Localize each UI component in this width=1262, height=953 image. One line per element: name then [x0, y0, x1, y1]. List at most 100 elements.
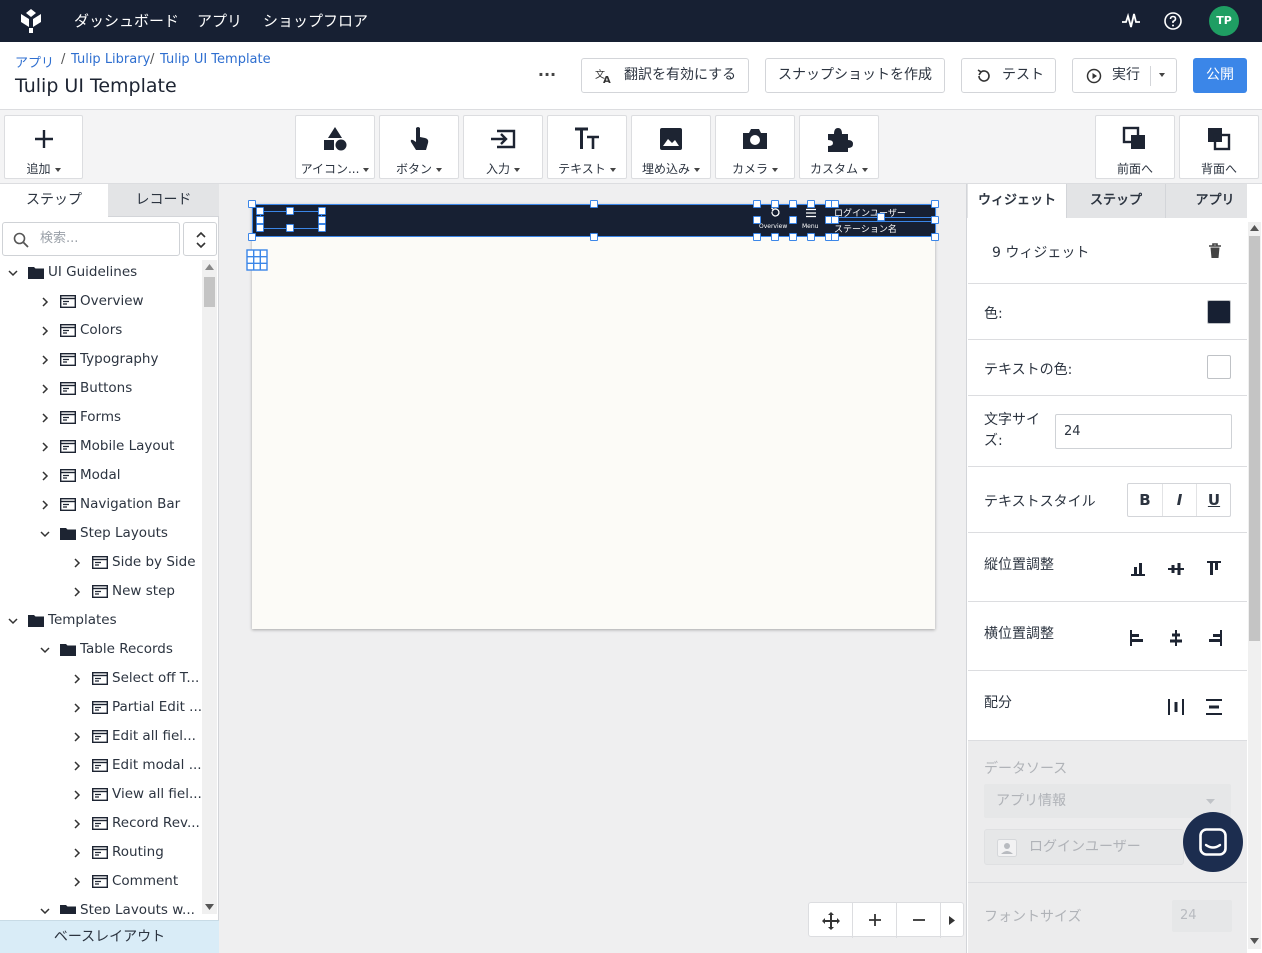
resize-handle[interactable]: [807, 233, 815, 241]
collapse-panel-button[interactable]: [941, 903, 964, 938]
chat-launcher-button[interactable]: [1183, 812, 1243, 872]
chevron-right-icon[interactable]: [40, 384, 50, 394]
resize-handle[interactable]: [590, 233, 598, 241]
resize-handle[interactable]: [789, 200, 797, 208]
resize-handle[interactable]: [807, 200, 815, 208]
chevron-down-icon[interactable]: [8, 268, 18, 278]
resize-handle[interactable]: [931, 200, 939, 208]
breadcrumb-library[interactable]: Tulip Library: [71, 52, 150, 67]
resize-handle[interactable]: [318, 207, 326, 215]
tree-step[interactable]: Mobile Layout: [0, 432, 201, 461]
tree-step[interactable]: Typography: [0, 345, 201, 374]
add-button[interactable]: 追加: [4, 115, 83, 179]
tree-step[interactable]: Edit all fiel...: [0, 722, 201, 751]
tree-scrollbar[interactable]: [202, 260, 217, 914]
help-icon[interactable]: [1163, 11, 1183, 31]
scroll-down-icon[interactable]: [205, 904, 214, 910]
chevron-down-icon[interactable]: [40, 529, 50, 539]
user-field-chip[interactable]: ログインユーザー: [984, 829, 1184, 865]
resize-handle[interactable]: [286, 207, 294, 215]
text-color-swatch[interactable]: [1207, 355, 1231, 379]
resize-handle[interactable]: [256, 216, 264, 224]
tree-step[interactable]: Comment: [0, 867, 201, 896]
zoom-in-button[interactable]: [853, 903, 897, 938]
resize-handle[interactable]: [590, 200, 598, 208]
resize-handle[interactable]: [753, 233, 761, 241]
tree-step[interactable]: Record Rev...: [0, 809, 201, 838]
tree-step[interactable]: Colors: [0, 316, 201, 345]
tool-icon[interactable]: アイコン...: [295, 115, 375, 179]
chevron-right-icon[interactable]: [72, 674, 82, 684]
align-right-icon[interactable]: [1203, 627, 1225, 649]
tool-embed[interactable]: 埋め込み: [631, 115, 711, 179]
tree-step[interactable]: Modal: [0, 461, 201, 490]
chevron-right-icon[interactable]: [72, 848, 82, 858]
tree-folder[interactable]: Step Layouts: [0, 519, 201, 548]
grid-toggle-icon[interactable]: [246, 249, 268, 271]
tree-folder[interactable]: UI Guidelines: [0, 258, 201, 287]
scroll-up-icon[interactable]: [205, 264, 214, 270]
resize-handle[interactable]: [248, 200, 256, 208]
chevron-right-icon[interactable]: [72, 558, 82, 568]
step-canvas[interactable]: Overview Menu ログインユーザー ステーション名: [246, 200, 939, 629]
nav-apps[interactable]: アプリ: [197, 0, 242, 42]
pan-button[interactable]: [809, 903, 853, 938]
scroll-down-icon[interactable]: [1250, 938, 1259, 944]
tool-camera[interactable]: カメラ: [715, 115, 795, 179]
resize-handle[interactable]: [256, 207, 264, 215]
tree-step[interactable]: View all fiel...: [0, 780, 201, 809]
resize-handle[interactable]: [831, 216, 839, 224]
tab-widget[interactable]: ウィジェット: [968, 184, 1066, 218]
test-button[interactable]: テスト: [961, 58, 1056, 93]
resize-handle[interactable]: [753, 216, 761, 224]
align-middle-icon[interactable]: [1165, 558, 1187, 580]
chevron-right-icon[interactable]: [40, 297, 50, 307]
chevron-right-icon[interactable]: [40, 355, 50, 365]
resize-handle[interactable]: [286, 224, 294, 232]
chevron-down-icon[interactable]: [8, 616, 18, 626]
send-back-button[interactable]: 背面へ: [1179, 115, 1259, 179]
resize-handle[interactable]: [877, 213, 885, 221]
scrollbar-thumb[interactable]: [204, 277, 215, 307]
more-options-button[interactable]: ···: [536, 58, 558, 93]
chevron-right-icon[interactable]: [40, 500, 50, 510]
font-size2-input[interactable]: 24: [1172, 900, 1232, 932]
align-top-icon[interactable]: [1203, 558, 1225, 580]
nav-dashboard[interactable]: ダッシュボード: [74, 0, 179, 42]
tool-input[interactable]: 入力: [463, 115, 543, 179]
run-button[interactable]: 実行: [1072, 58, 1177, 93]
tree-step[interactable]: Routing: [0, 838, 201, 867]
translate-button[interactable]: 文 A 翻訳を有効にする: [581, 58, 749, 93]
breadcrumb-apps[interactable]: アプリ: [15, 52, 54, 71]
resize-handle[interactable]: [771, 233, 779, 241]
scroll-up-icon[interactable]: [1250, 225, 1259, 231]
tree-step[interactable]: Select off T...: [0, 664, 201, 693]
tool-text[interactable]: テキスト: [547, 115, 627, 179]
tab-records[interactable]: レコード: [108, 184, 219, 217]
avatar[interactable]: TP: [1209, 6, 1239, 36]
chevron-right-icon[interactable]: [40, 413, 50, 423]
tab-steps[interactable]: ステップ: [0, 184, 108, 217]
tree-step[interactable]: New step: [0, 577, 201, 606]
properties-scrollbar[interactable]: [1248, 222, 1261, 949]
bold-button[interactable]: B: [1128, 484, 1162, 516]
tab-app[interactable]: アプリ: [1165, 184, 1262, 218]
align-bottom-icon[interactable]: [1127, 558, 1149, 580]
distribute-horizontal-icon[interactable]: [1165, 696, 1187, 718]
resize-handle[interactable]: [256, 224, 264, 232]
align-center-icon[interactable]: [1165, 627, 1187, 649]
resize-handle[interactable]: [789, 233, 797, 241]
chevron-right-icon[interactable]: [72, 819, 82, 829]
tree-step[interactable]: Overview: [0, 287, 201, 316]
scrollbar-thumb[interactable]: [1249, 236, 1260, 641]
chevron-right-icon[interactable]: [40, 471, 50, 481]
font-size-input[interactable]: 24: [1055, 414, 1232, 449]
chevron-right-icon[interactable]: [40, 442, 50, 452]
tree-folder[interactable]: Table Records: [0, 635, 201, 664]
tab-step[interactable]: ステップ: [1066, 184, 1165, 218]
tool-button[interactable]: ボタン: [379, 115, 459, 179]
resize-handle[interactable]: [753, 200, 761, 208]
resize-handle[interactable]: [248, 233, 256, 241]
resize-handle[interactable]: [318, 216, 326, 224]
run-dropdown-caret-icon[interactable]: [1159, 59, 1165, 92]
